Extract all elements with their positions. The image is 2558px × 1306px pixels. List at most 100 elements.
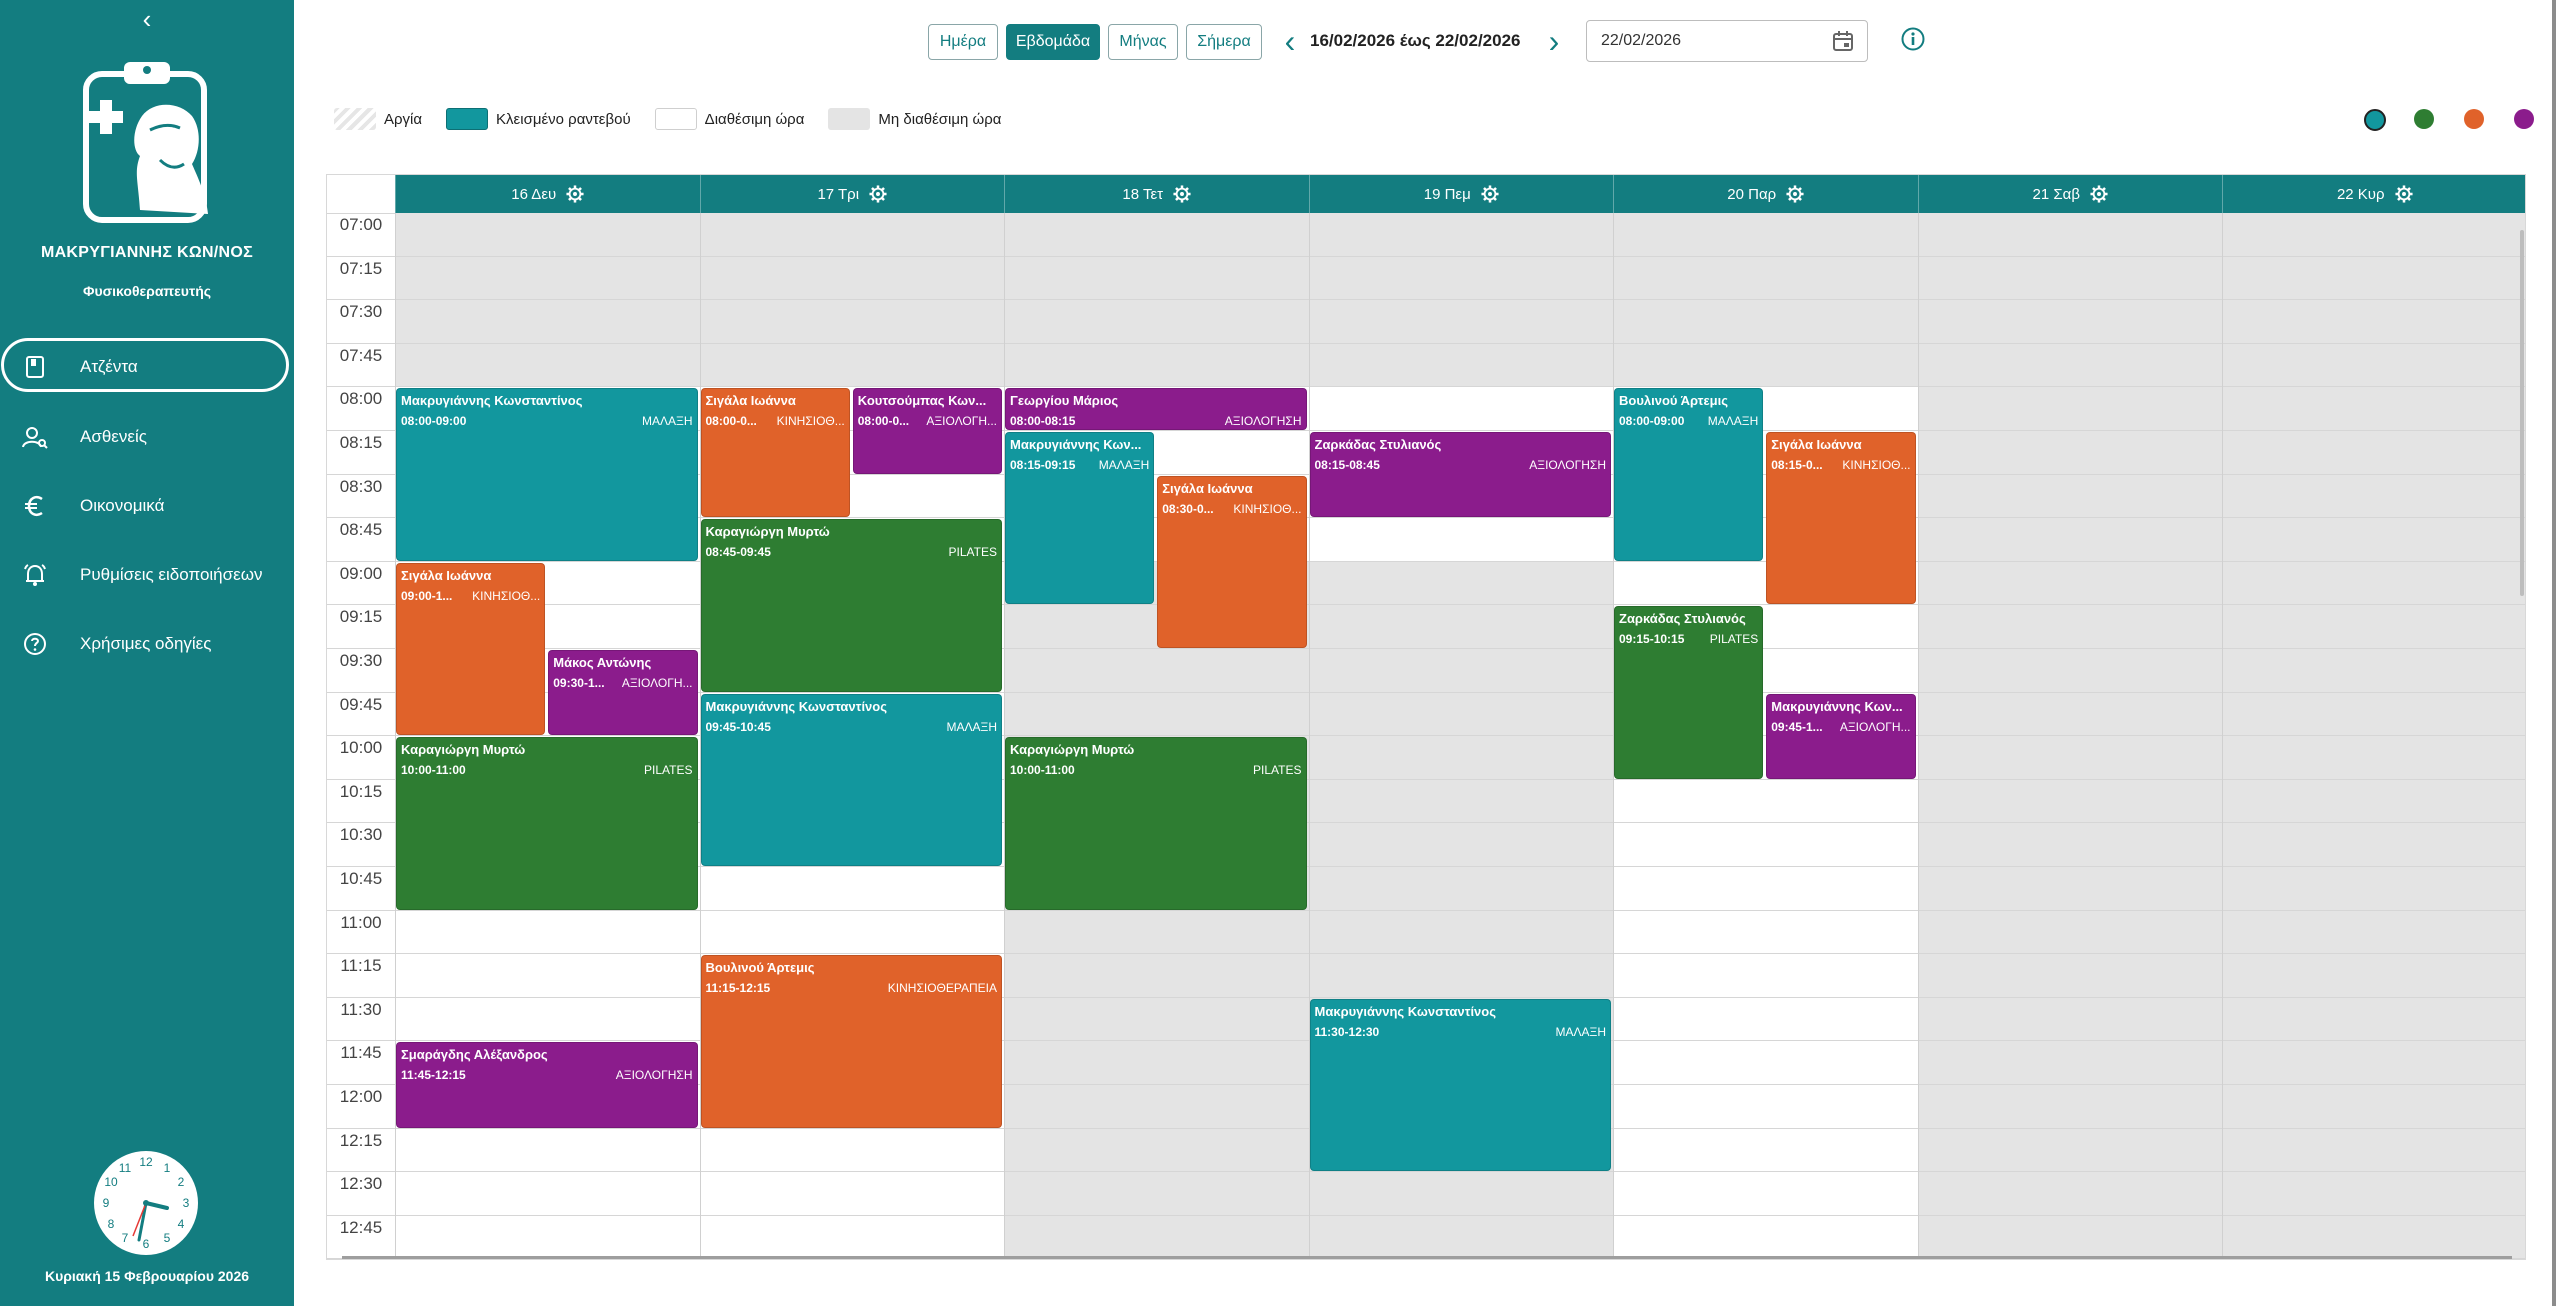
available-slot[interactable] xyxy=(395,1172,700,1216)
nav-item-patients[interactable]: Ασθενείς xyxy=(0,408,294,466)
unavailable-slot xyxy=(1308,1215,1613,1259)
appointment-patient: Ζαρκάδας Στυλιανός xyxy=(1314,437,1442,452)
unavailable-slot xyxy=(1917,256,2222,301)
appointment-type: ΚΙΝΗΣΙΟΘ... xyxy=(1842,458,1911,472)
appointment-details: 11:15-12:15 ΚΙΝΗΣΙΟΘΕΡΑΠΕΙΑ xyxy=(706,981,998,995)
available-slot[interactable] xyxy=(395,1215,700,1259)
day-settings-gear-icon[interactable] xyxy=(1786,185,1804,203)
appointment-card[interactable]: Ζαρκάδας Στυλιανός 08:15-08:45 ΑΞΙΟΛΟΓΗΣΗ xyxy=(1309,432,1611,518)
svg-text:2: 2 xyxy=(178,1175,185,1189)
appointment-card[interactable]: Ζαρκάδας Στυλιανός 09:15-10:15 PILATES xyxy=(1614,606,1764,779)
nav-item-notification-settings[interactable]: Ρυθμίσεις ειδοποιήσεων xyxy=(0,546,294,604)
appointment-card[interactable]: Μακρυγιάννης Κωνσταντίνος 09:45-10:45 ΜΑΛΑ… xyxy=(700,693,1002,866)
available-slot[interactable] xyxy=(1613,997,1918,1042)
appointment-type: ΑΞΙΟΛΟΓΗΣΗ xyxy=(1529,458,1606,472)
available-slot[interactable] xyxy=(1613,910,1918,955)
available-slot[interactable] xyxy=(1613,1215,1918,1259)
appointment-type: ΜΑΛΑΞΗ xyxy=(1555,1024,1606,1039)
appointment-time: 08:45-09:45 xyxy=(705,545,771,560)
color-filter-green[interactable] xyxy=(2414,109,2434,129)
appointment-card[interactable]: Σιγάλα Ιωάννα 08:00-0... ΚΙΝΗΣΙΟΘ... xyxy=(700,388,850,518)
view-week-button[interactable]: Εβδομάδα xyxy=(1006,24,1100,60)
appointment-card[interactable]: Μακρυγιάννης Κωνσταντίνος 08:00-09:00 ΜΑΛΑ… xyxy=(396,388,698,561)
available-slot[interactable] xyxy=(395,910,700,955)
today-button[interactable]: Σήμερα xyxy=(1186,24,1262,60)
appointment-card[interactable]: Μακρυγιάννης Κων... 08:15-09:15 ΜΑΛΑΞΗ xyxy=(1005,432,1155,605)
available-slot[interactable] xyxy=(1613,1041,1918,1085)
appointment-card[interactable]: Κουτσούμπας Κων... 08:00-0... ΑΞΙΟΛΟΓΗ... xyxy=(852,388,1002,474)
time-label: 12:45 xyxy=(339,1217,383,1237)
day-header-row: 16 Δευ 17 Τρι 18 Τετ 19 Πεμ 20 Παρ 21 Σαβ 22 Κ… xyxy=(327,175,2525,214)
unavailable-slot xyxy=(699,343,1004,388)
time-label: 10:00 xyxy=(339,738,383,758)
appointment-card[interactable]: Μακρυγιάννης Κωνσταντίνος 11:30-12:30 ΜΑΛΑ… xyxy=(1309,998,1611,1172)
available-slot[interactable] xyxy=(1613,1128,1918,1173)
date-picker-input[interactable] xyxy=(1586,20,1868,62)
available-slot[interactable] xyxy=(699,867,1004,911)
available-slot[interactable] xyxy=(699,1128,1004,1173)
previous-week-button[interactable]: ‹ xyxy=(1276,24,1304,60)
appointment-card[interactable]: Σιγάλα Ιωάννα 08:15-0... ΚΙΝΗΣΙΟΘ... xyxy=(1766,432,1916,605)
available-slot[interactable] xyxy=(1613,823,1918,867)
day-settings-gear-icon[interactable] xyxy=(2090,185,2108,203)
appointment-time: 08:00-0... xyxy=(705,414,757,429)
nav-item-finances[interactable]: Οικονομικά xyxy=(0,477,294,535)
available-slot[interactable] xyxy=(395,1128,700,1173)
calendar-icon[interactable] xyxy=(1832,30,1854,52)
appointment-card[interactable]: Γεωργίου Μάριος 08:00-08:15 ΑΞΙΟΛΟΓΗΣΗ xyxy=(1005,388,1307,430)
view-month-button[interactable]: Μήνας xyxy=(1108,24,1178,60)
appointment-card[interactable]: Βουλινού Άρτεμις 08:00-09:00 ΜΑΛΑΞΗ xyxy=(1614,388,1764,561)
unavailable-slot xyxy=(1613,343,1918,388)
available-slot[interactable] xyxy=(1613,867,1918,911)
day-settings-gear-icon[interactable] xyxy=(2394,185,2413,203)
appointment-card[interactable]: Καραγιώργη Μυρτώ 10:00-11:00 PILATES xyxy=(1005,737,1307,910)
appointment-card[interactable]: Μακρυγιάννης Κων... 09:45-1... ΑΞΙΟΛΟΓΗ... xyxy=(1766,693,1916,779)
available-slot[interactable] xyxy=(699,1172,1004,1216)
available-slot[interactable] xyxy=(699,910,1004,955)
unavailable-slot xyxy=(1004,954,1309,998)
available-slot[interactable] xyxy=(699,1215,1004,1259)
unavailable-slot xyxy=(1917,561,2222,606)
horizontal-scrollbar[interactable] xyxy=(342,1256,2512,1259)
page-scrollbar[interactable] xyxy=(2552,0,2556,1306)
available-slot[interactable] xyxy=(1613,954,1918,998)
info-icon[interactable] xyxy=(1900,26,1926,52)
active-indicator xyxy=(1,338,289,392)
day-settings-gear-icon[interactable] xyxy=(566,185,584,203)
available-slot[interactable] xyxy=(1308,387,1613,431)
unavailable-slot xyxy=(1308,779,1613,824)
available-slot[interactable] xyxy=(395,997,700,1042)
available-slot[interactable] xyxy=(1613,779,1918,824)
appointment-card[interactable]: Βουλινού Άρτεμις 11:15-12:15 ΚΙΝΗΣΙΟΘΕΡΑΠΕ… xyxy=(700,955,1002,1128)
available-slot[interactable] xyxy=(1308,518,1613,562)
available-slot[interactable] xyxy=(1613,1172,1918,1216)
nav-item-help[interactable]: Χρήσιμες οδηγίες xyxy=(0,615,294,673)
day-settings-gear-icon[interactable] xyxy=(1481,185,1499,203)
color-filter-purple[interactable] xyxy=(2514,109,2534,129)
appointment-card[interactable]: Σιγάλα Ιωάννα 08:30-0... ΚΙΝΗΣΙΟΘ... xyxy=(1157,475,1307,648)
unavailable-slot xyxy=(2222,605,2525,649)
color-filter-teal[interactable] xyxy=(2364,109,2386,131)
appointment-card[interactable]: Σιγάλα Ιωάννα 09:00-1... ΚΙΝΗΣΙΟΘ... xyxy=(396,562,546,736)
available-slot[interactable] xyxy=(395,954,700,998)
svg-text:6: 6 xyxy=(143,1237,150,1251)
collapse-sidebar-button[interactable]: ‹ xyxy=(136,4,158,34)
nav-item-agenda[interactable]: Ατζέντα xyxy=(0,338,294,396)
day-header: 20 Παρ xyxy=(1613,175,1918,213)
time-row-line xyxy=(327,473,395,475)
appointment-card[interactable]: Καραγιώργη Μυρτώ 08:45-09:45 PILATES xyxy=(700,519,1002,692)
appointment-details: 08:30-0... ΚΙΝΗΣΙΟΘ... xyxy=(1162,502,1301,516)
appointment-type: ΑΞΙΟΛΟΓΗ... xyxy=(1839,719,1911,734)
color-filter-orange[interactable] xyxy=(2464,109,2484,129)
day-header: 16 Δευ xyxy=(395,175,700,213)
next-week-button[interactable]: › xyxy=(1540,24,1568,60)
appointment-card[interactable]: Σμαράγδης Αλέξανδρος 11:45-12:15 ΑΞΙΟΛΟΓΗΣ… xyxy=(396,1042,698,1128)
appointment-card[interactable]: Μάκος Αντώνης 09:30-1... ΑΞΙΟΛΟΓΗ... xyxy=(548,650,698,736)
day-settings-gear-icon[interactable] xyxy=(869,185,887,203)
available-slot[interactable] xyxy=(1613,1085,1918,1129)
appointment-card[interactable]: Καραγιώργη Μυρτώ 10:00-11:00 PILATES xyxy=(396,737,698,910)
view-day-button[interactable]: Ημέρα xyxy=(928,24,998,60)
day-settings-gear-icon[interactable] xyxy=(1173,185,1191,203)
vertical-scrollbar[interactable] xyxy=(2520,230,2524,596)
appointment-time: 09:30-1... xyxy=(553,676,605,690)
